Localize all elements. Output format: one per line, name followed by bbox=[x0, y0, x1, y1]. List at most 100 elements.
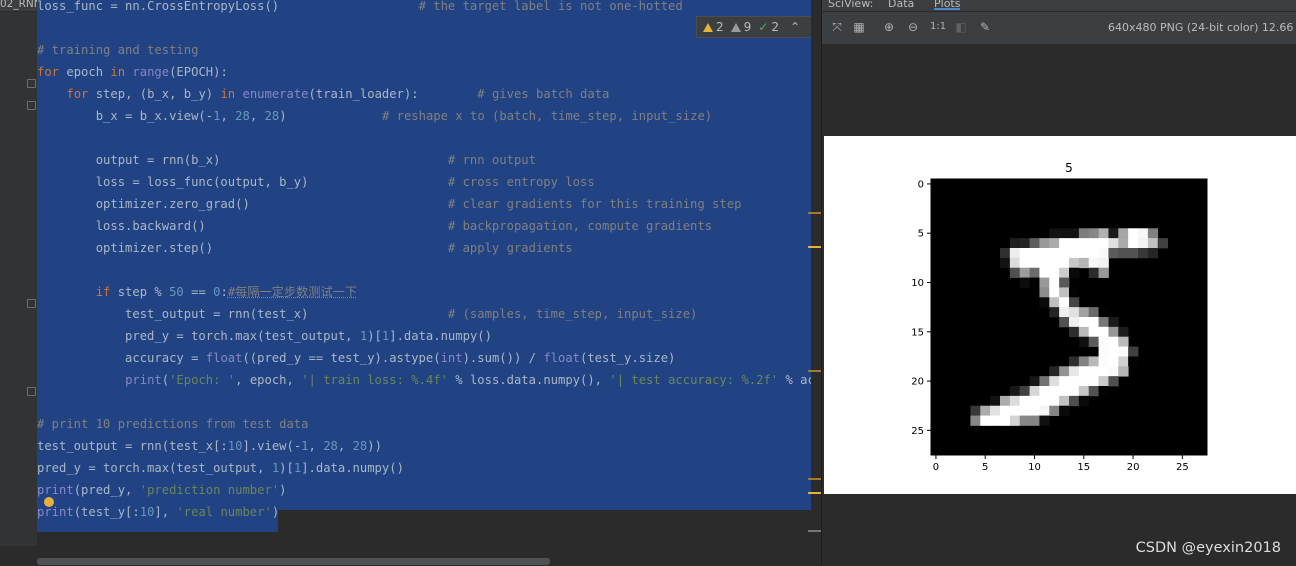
code-line[interactable]: for epoch in range(EPOCH): bbox=[37, 61, 228, 83]
code-line[interactable]: optimizer.step() # apply gradients bbox=[37, 237, 573, 259]
vertical-scrollbar[interactable] bbox=[811, 0, 821, 546]
code-line[interactable]: print('Epoch: ', epoch, '| train loss: %… bbox=[37, 369, 821, 391]
code-line[interactable]: if step % 50 == 0:#每隔一定步数测试一下 bbox=[37, 281, 357, 303]
actual-size-button[interactable]: 1:1 bbox=[930, 20, 946, 34]
image-pixel bbox=[1108, 228, 1119, 239]
fold-marker-icon[interactable] bbox=[27, 101, 36, 110]
fold-marker-icon[interactable] bbox=[27, 79, 36, 88]
lightbulb-icon[interactable] bbox=[44, 497, 54, 507]
code-token: # rnn output bbox=[447, 153, 536, 167]
code-line[interactable]: print(test_y[:10], 'real number') bbox=[37, 501, 279, 523]
image-pixel bbox=[1039, 248, 1050, 259]
image-pixel bbox=[1118, 248, 1129, 259]
code-token: pred_y = torch.max(test_output, bbox=[37, 461, 272, 475]
image-pixel bbox=[1078, 356, 1090, 367]
code-line[interactable]: pred_y = torch.max(test_output, 1)[1].da… bbox=[37, 325, 492, 347]
code-token: step, (b_x, b_y) bbox=[95, 87, 221, 101]
image-pixel bbox=[1000, 415, 1011, 426]
code-line[interactable]: pred_y = torch.max(test_output, 1)[1].da… bbox=[37, 457, 404, 479]
code-line[interactable]: loss_func = nn.CrossEntropyLoss() # the … bbox=[37, 0, 683, 17]
image-pixel bbox=[1029, 238, 1040, 249]
code-token: ((pred_y == test_y).astype( bbox=[242, 351, 441, 365]
image-pixel bbox=[990, 415, 1001, 426]
image-pixel bbox=[1019, 405, 1030, 416]
image-pixel bbox=[1029, 277, 1040, 288]
y-tick-label: 0 bbox=[918, 179, 924, 190]
image-pixel bbox=[1138, 228, 1149, 239]
code-token: ) bbox=[271, 505, 280, 519]
code-line[interactable]: test_output = rnn(test_x) # (samples, ti… bbox=[37, 303, 697, 325]
code-line[interactable]: # training and testing bbox=[37, 39, 198, 61]
image-pixel bbox=[1108, 336, 1119, 347]
image-toolbar: ⤧ ▦ ⊕ ⊖ 1:1 ◧ ✎ 640x480 PNG (24-bit colo… bbox=[822, 12, 1296, 44]
image-pixel bbox=[1108, 317, 1119, 328]
image-pixel bbox=[1009, 415, 1021, 426]
image-pixel bbox=[1009, 248, 1021, 259]
image-pixel bbox=[1069, 248, 1080, 259]
code-line[interactable]: # print 10 predictions from test data bbox=[37, 413, 309, 435]
color-picker-icon[interactable]: ✎ bbox=[978, 20, 992, 34]
inspection-widget[interactable]: 2 9 ✓ 2 ⌃ ⌄ bbox=[696, 16, 821, 38]
code-line[interactable]: loss = loss_func(output, b_y) # cross en… bbox=[37, 171, 595, 193]
code-token: # clear gradients for this training step bbox=[447, 197, 742, 211]
image-pixel bbox=[1088, 386, 1099, 397]
fold-marker-icon[interactable] bbox=[27, 387, 36, 396]
image-pixel bbox=[1108, 376, 1119, 387]
code-token: 28 bbox=[352, 439, 368, 453]
zoom-in-icon[interactable]: ⊕ bbox=[882, 20, 896, 34]
code-line[interactable]: b_x = b_x.view(-1, 28, 28) # reshape x t… bbox=[37, 105, 712, 127]
code-line[interactable]: test_output = rnn(test_x[:10].view(-1, 2… bbox=[37, 435, 382, 457]
image-pixel bbox=[1088, 317, 1099, 328]
image-pixel bbox=[1088, 336, 1099, 347]
image-pixel bbox=[1059, 248, 1070, 259]
code-line[interactable]: accuracy = float((pred_y == test_y).asty… bbox=[37, 347, 675, 369]
code-line[interactable]: loss.backward() # backpropagation, compu… bbox=[37, 215, 712, 237]
scroll-marker bbox=[808, 478, 821, 480]
zoom-out-icon[interactable]: ⊖ bbox=[906, 20, 920, 34]
image-pixel bbox=[1078, 238, 1090, 249]
horizontal-scrollbar[interactable] bbox=[37, 558, 550, 565]
code-token: epoch bbox=[66, 65, 111, 79]
image-pixel bbox=[1049, 257, 1060, 269]
code-token: float bbox=[543, 351, 580, 365]
tab-data[interactable]: Data bbox=[888, 0, 914, 9]
y-tick-label: 20 bbox=[911, 377, 924, 388]
image-pixel bbox=[1118, 356, 1129, 367]
image-pixel bbox=[1059, 405, 1070, 416]
image-pixel bbox=[1098, 356, 1109, 367]
image-pixel bbox=[1049, 287, 1060, 298]
code-token: == bbox=[183, 285, 214, 299]
scroll-marker bbox=[808, 530, 821, 532]
grid-icon[interactable]: ▦ bbox=[852, 20, 866, 34]
image-pixel bbox=[1098, 257, 1109, 269]
code-line[interactable]: print(pred_y, 'prediction number') bbox=[37, 479, 287, 501]
chessboard-icon[interactable]: ◧ bbox=[954, 20, 968, 34]
image-pixel bbox=[1128, 248, 1139, 259]
code-editor[interactable]: 02_RNN_classifier.py loss_func = nn.Cros… bbox=[0, 0, 821, 566]
image-pixel bbox=[1108, 366, 1119, 377]
image-pixel bbox=[1088, 248, 1099, 259]
code-token: # cross entropy loss bbox=[447, 175, 595, 189]
code-line[interactable]: for step, (b_x, b_y) in enumerate(train_… bbox=[37, 83, 609, 105]
code-line[interactable]: output = rnn(b_x) # rnn output bbox=[37, 149, 536, 171]
fit-to-window-icon[interactable]: ⤧ bbox=[830, 20, 844, 34]
fold-marker-icon[interactable] bbox=[27, 299, 36, 308]
code-token: ).sum()) / bbox=[462, 351, 544, 365]
image-pixel bbox=[1088, 238, 1099, 249]
check-icon: ✓ bbox=[758, 20, 769, 34]
sciview-header: SciView: Data Plots bbox=[822, 0, 1296, 11]
ok-count: 2 bbox=[771, 20, 779, 34]
code-token: % loss.data.numpy(), bbox=[447, 373, 610, 387]
code-token: b_x = b_x.view(- bbox=[37, 109, 214, 123]
image-pixel bbox=[1098, 366, 1109, 377]
code-token: 28 bbox=[235, 109, 250, 123]
code-token: 'Epoch: ' bbox=[169, 373, 236, 387]
code-line[interactable]: optimizer.zero_grad() # clear gradients … bbox=[37, 193, 742, 215]
tab-plots[interactable]: Plots bbox=[934, 0, 961, 10]
code-token: loss_func = nn.CrossEntropyLoss() bbox=[37, 0, 419, 13]
image-pixel bbox=[990, 405, 1001, 416]
image-pixel bbox=[1108, 238, 1119, 249]
image-pixel bbox=[1049, 277, 1060, 288]
prev-highlight-icon[interactable]: ⌃ bbox=[790, 20, 800, 34]
image-pixel bbox=[1049, 386, 1060, 397]
